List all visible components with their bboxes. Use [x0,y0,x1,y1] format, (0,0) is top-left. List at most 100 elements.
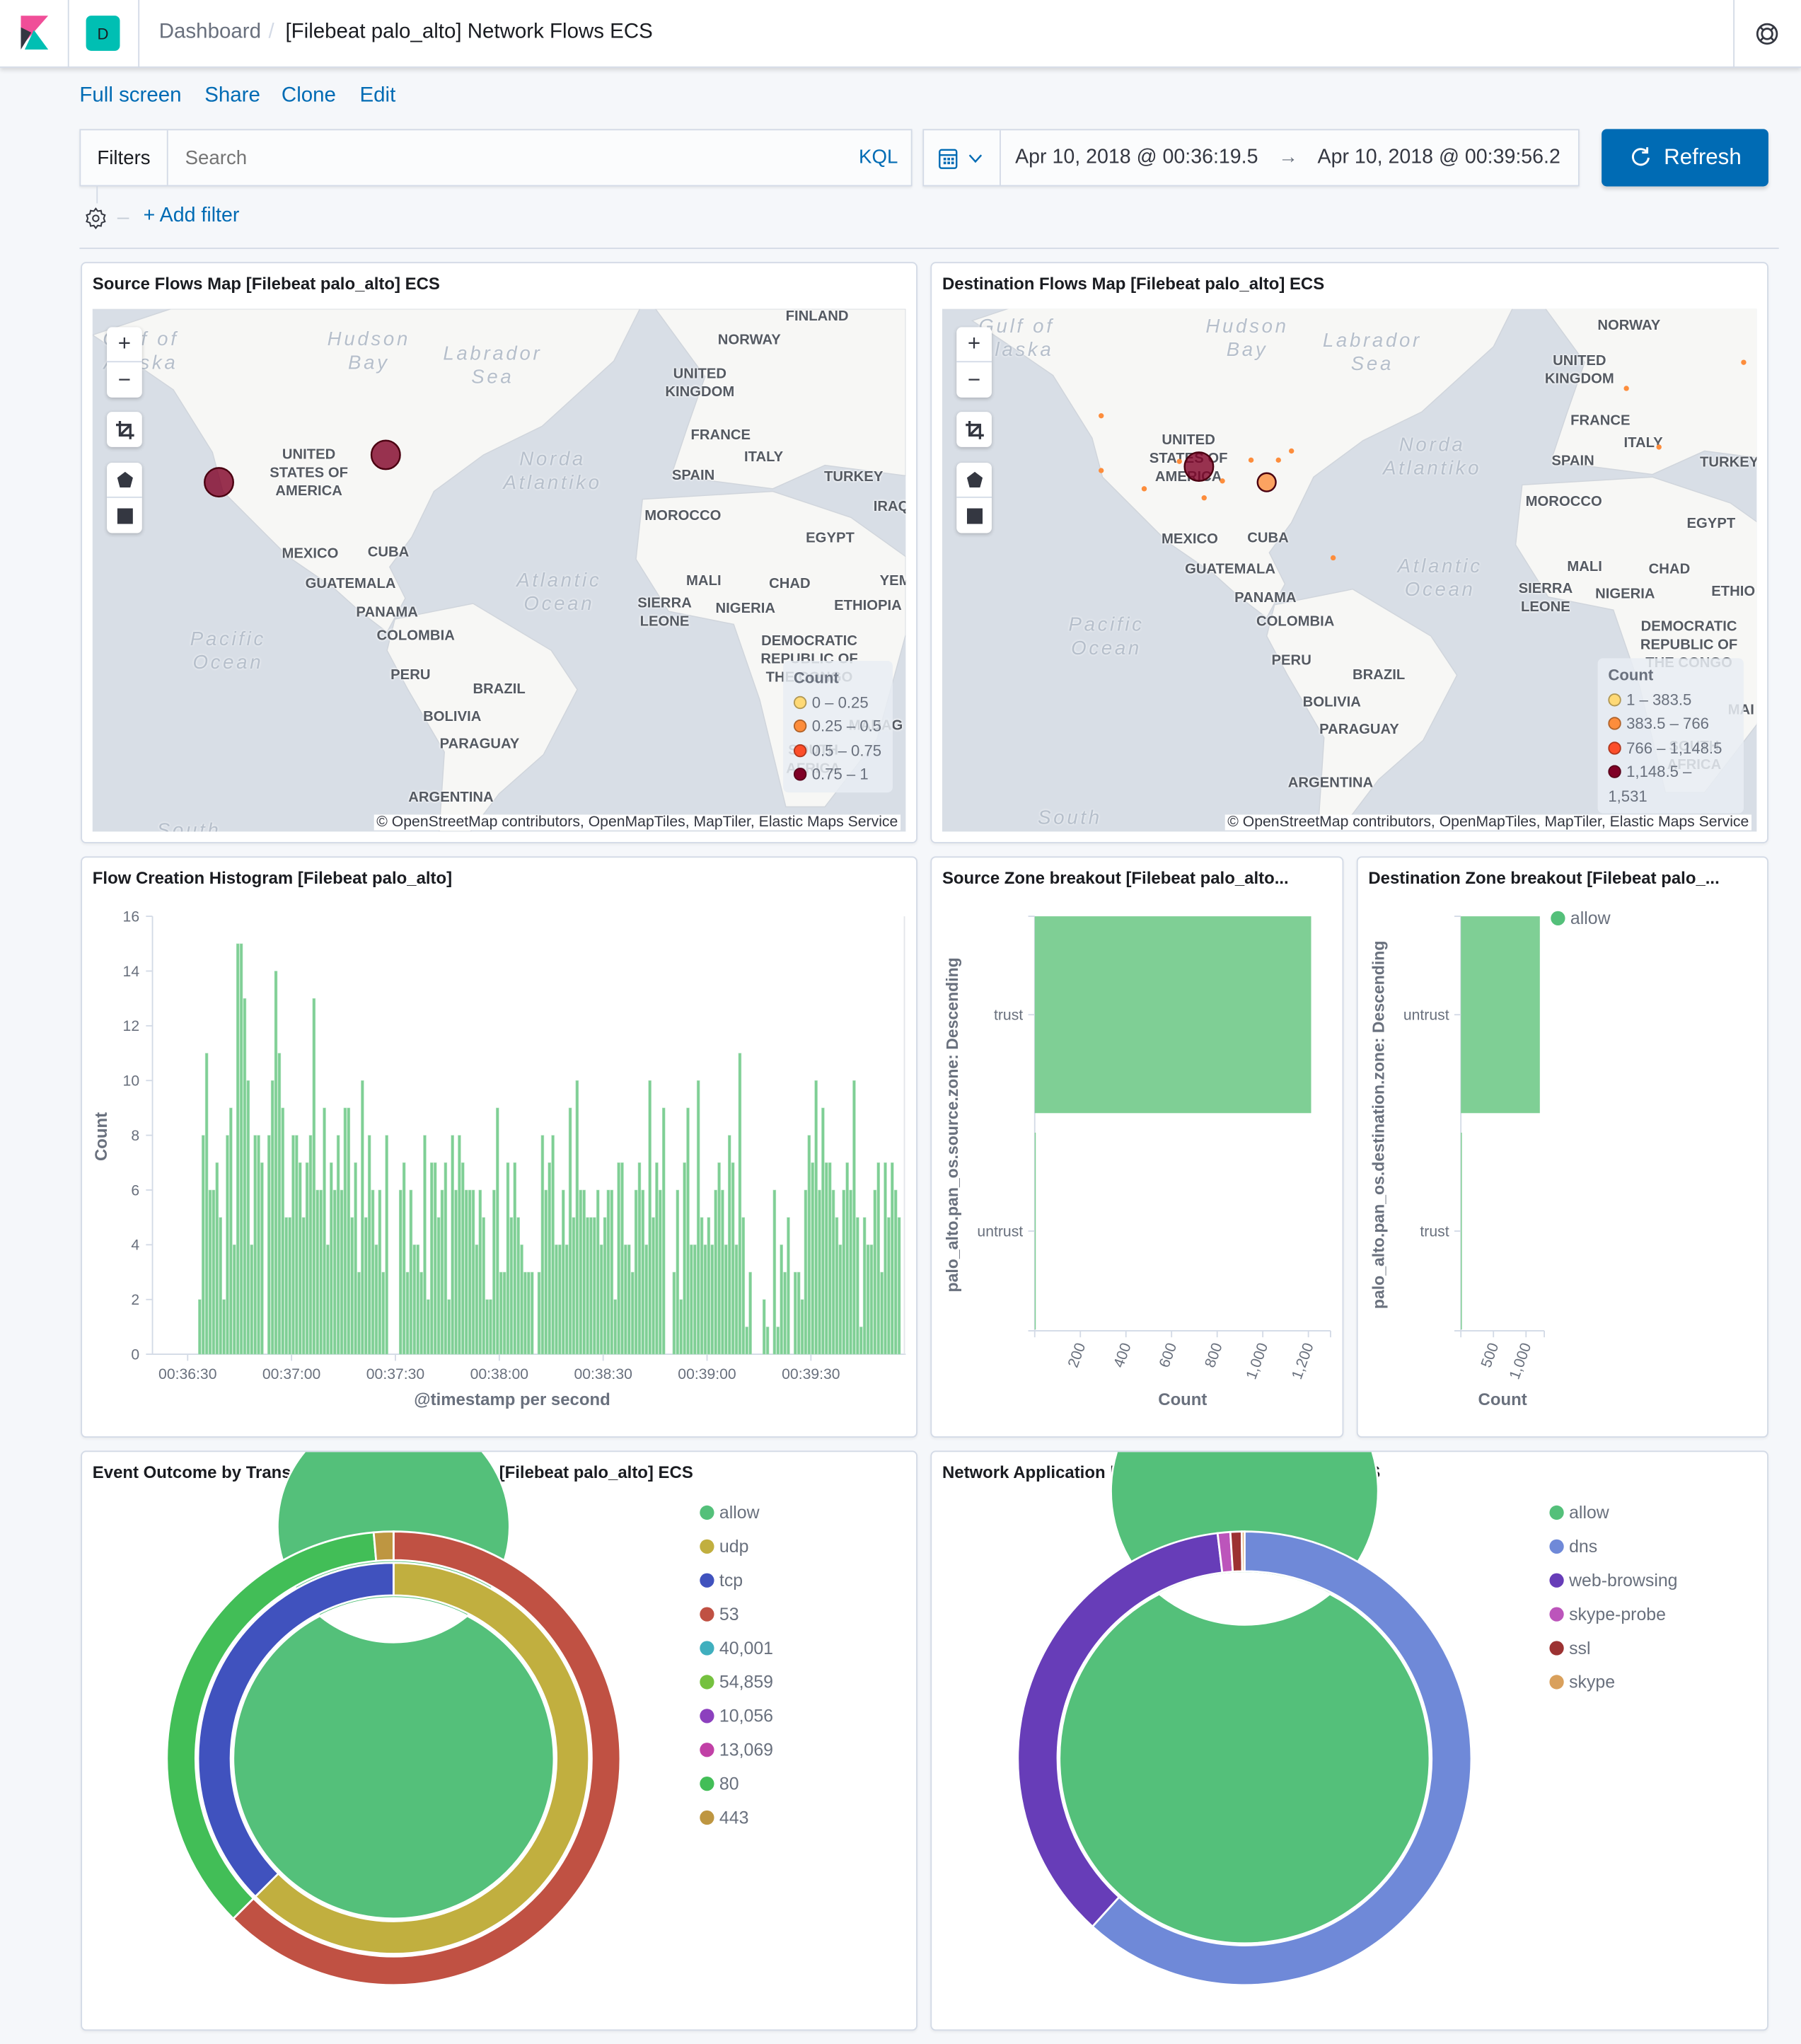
histogram-bar[interactable] [288,1217,291,1355]
histogram-bar[interactable] [250,1245,254,1355]
histogram-bar[interactable] [845,1162,849,1355]
end-date[interactable]: Apr 10, 2018 @ 00:39:56.2 [1318,146,1560,169]
histogram-bar[interactable] [734,1245,739,1355]
histogram-bar[interactable] [398,1189,403,1355]
histogram-bar[interactable] [506,1162,510,1355]
kql-toggle[interactable]: KQL [859,146,898,168]
map-data-point[interactable] [1623,386,1629,391]
histogram-bar[interactable] [527,1271,531,1355]
kibana-logo-icon[interactable] [21,16,49,50]
histogram-bar[interactable] [215,1162,219,1355]
histogram-bar[interactable] [277,1053,282,1355]
histogram-bar[interactable] [233,1245,236,1355]
histogram-bar[interactable] [593,1217,596,1355]
histogram-bar[interactable] [323,1107,326,1355]
histogram-bar[interactable] [430,1162,434,1355]
histogram-bar[interactable] [627,1245,631,1355]
map-data-point[interactable] [204,467,234,498]
histogram-bar[interactable] [575,1080,579,1355]
event-outcome-donut[interactable] [82,1452,681,2031]
map-data-point[interactable] [1248,457,1254,463]
legend-item[interactable]: web-browsing [1549,1564,1678,1598]
legend-item[interactable]: skype [1549,1665,1677,1699]
histogram-bar[interactable] [703,1245,707,1355]
histogram-bar[interactable] [637,1162,642,1355]
breadcrumb-dashboard[interactable]: Dashboard [159,21,261,44]
map-data-point[interactable] [1330,555,1336,561]
histogram-bar[interactable] [336,1135,340,1355]
histogram-bar[interactable] [849,1189,852,1355]
histogram-bar[interactable] [385,1135,388,1355]
histogram-bar[interactable] [676,1189,680,1355]
histogram-bar[interactable] [454,1189,458,1355]
histogram-bar[interactable] [461,1162,465,1355]
map-data-point[interactable] [1741,359,1747,365]
histogram-bar[interactable] [818,1189,821,1355]
histogram-bar[interactable] [634,1189,638,1355]
histogram-bar[interactable] [693,1245,697,1355]
quick-menu-button[interactable] [924,130,1001,185]
map-data-point[interactable] [1220,478,1225,484]
histogram-bar[interactable] [700,1217,704,1355]
histogram-bar[interactable] [714,1189,717,1355]
histogram-bar[interactable] [880,1271,884,1355]
histogram-bar[interactable] [603,1217,607,1355]
histogram-bar[interactable] [364,1217,368,1355]
histogram-bar[interactable] [482,1217,485,1355]
histogram-bar[interactable] [464,1189,468,1355]
histogram-bar[interactable] [579,1189,583,1355]
legend-item[interactable]: allow [700,1496,773,1530]
histogram-bar[interactable] [893,1189,898,1355]
histogram-bar[interactable] [295,1135,299,1355]
histogram-bar[interactable] [492,1189,496,1355]
histogram-bar[interactable] [624,1245,627,1355]
histogram-bar[interactable] [236,943,240,1355]
map-attribution[interactable]: © OpenStreetMap contributors, OpenMapTil… [373,814,901,831]
histogram-bar[interactable] [423,1135,427,1355]
crop-icon[interactable] [956,412,992,447]
histogram-bar[interactable] [821,1107,825,1355]
histogram-bar[interactable] [641,1189,645,1355]
histogram-bar[interactable] [835,1217,839,1355]
legend-item[interactable]: dns [1549,1530,1677,1564]
histogram-bar[interactable] [776,1327,780,1355]
map-data-point[interactable] [1201,495,1207,501]
refresh-button[interactable]: Refresh [1602,129,1768,187]
histogram-bar[interactable] [686,1107,690,1355]
histogram-bar[interactable] [381,1271,386,1355]
histogram-bar[interactable] [468,1189,472,1355]
histogram-bar[interactable] [620,1162,624,1355]
histogram-bar[interactable] [873,1189,877,1355]
legend-item[interactable]: skype-probe [1549,1598,1677,1632]
histogram-bar[interactable] [226,1135,229,1355]
histogram-bar[interactable] [475,1245,479,1355]
histogram-bar[interactable] [787,1217,790,1355]
histogram-bar[interactable] [257,1135,260,1355]
histogram-bar[interactable] [696,1080,700,1355]
histogram-bar[interactable] [884,1162,887,1355]
histogram-bar[interactable] [267,1135,271,1355]
map-attribution[interactable]: © OpenStreetMap contributors, OpenMapTil… [1224,814,1751,831]
histogram-bar[interactable] [551,1135,555,1355]
histogram-bar[interactable] [509,1217,514,1355]
legend-item[interactable]: 40,001 [700,1632,773,1666]
histogram-bar[interactable] [402,1162,406,1355]
histogram-bar[interactable] [357,1271,361,1355]
map-data-point[interactable] [1288,448,1295,454]
histogram-bar[interactable] [610,1189,614,1355]
histogram-bar[interactable] [520,1245,523,1355]
histogram-bar[interactable] [444,1162,448,1355]
histogram-bar[interactable] [721,1189,724,1355]
histogram-bar[interactable] [876,1162,880,1355]
histogram-bar[interactable] [229,1107,233,1355]
histogram-bar[interactable] [745,1327,748,1355]
histogram-bar[interactable] [478,1189,482,1355]
map-data-point[interactable] [1099,468,1104,473]
histogram-bar[interactable] [499,1271,503,1355]
clone-link[interactable]: Clone [282,85,336,108]
histogram-bar[interactable] [523,1271,527,1355]
histogram-bar[interactable] [354,1162,357,1355]
histogram-bar[interactable] [741,1217,746,1355]
histogram-bar[interactable] [378,1189,382,1355]
histogram-bar[interactable] [807,1135,811,1355]
